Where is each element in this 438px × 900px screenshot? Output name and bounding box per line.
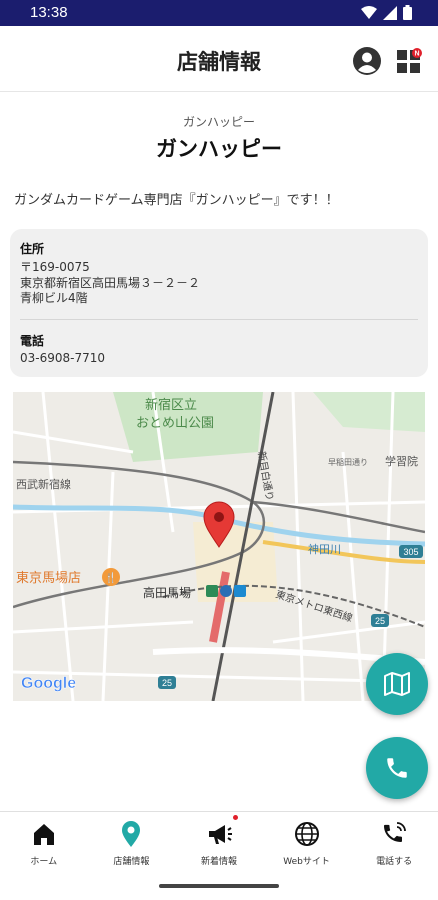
map-icon [384, 672, 410, 696]
map-label-river: 神田川 [308, 542, 341, 556]
home-icon [33, 824, 54, 845]
jr-station-icon [206, 585, 218, 597]
map-label-tozai: 東京メトロ東西線 [274, 587, 354, 624]
map-label-park-line2: おとめ山公園 [136, 416, 214, 431]
google-logo: Google [21, 675, 76, 692]
phone-icon [387, 758, 407, 778]
map-label-gakushu: 学習院 [385, 454, 418, 468]
nav-call-label: 電話する [376, 857, 413, 867]
location-pin-icon [122, 821, 141, 847]
globe-icon [294, 822, 319, 846]
home-indicator[interactable] [159, 884, 279, 888]
route-305-shield: 305 [403, 547, 418, 557]
phone-ring-icon [384, 822, 407, 842]
address-line-3: 青柳ビル4階 [20, 291, 88, 305]
signal-icon [383, 5, 397, 20]
route-25-shield: 25 [162, 678, 172, 688]
map-label-waseda: 早稲田通り [328, 457, 368, 467]
svg-text:🍴: 🍴 [105, 571, 117, 584]
address-label: 住所 [20, 242, 45, 256]
phone-label: 電話 [20, 334, 45, 348]
status-time: 13:38 [30, 4, 68, 21]
app-bar: 店舗情報 N [0, 26, 438, 92]
open-map-button[interactable] [366, 653, 428, 715]
call-button[interactable] [366, 737, 428, 799]
nav-store-info-label: 店舗情報 [113, 857, 150, 867]
nav-store-info[interactable]: 店舗情報 [88, 812, 176, 875]
metro-station-icon [234, 585, 246, 597]
map-label-seibu: 西武新宿線 [16, 477, 71, 491]
megaphone-icon [208, 825, 232, 844]
map-label-shop: 東京馬場店 [16, 570, 81, 586]
status-icons [361, 5, 412, 20]
store-kana: ガンハッピー [182, 115, 255, 129]
map-graphic: 新宿区立 おとめ山公園 西武新宿線 東京馬場店 高田馬場 神田川 東京メトロ東西… [13, 392, 425, 701]
status-bar: 13:38 [0, 0, 438, 26]
map-label-station: 高田馬場 [143, 585, 191, 600]
store-description: ガンダムカードゲーム専門店『ガンハッピー』です！！ [14, 193, 339, 208]
nav-news[interactable]: 新着情報 [175, 812, 263, 875]
menu-grid-icon[interactable]: N [396, 48, 422, 74]
store-info-card: 住所 〒169-0075 東京都新宿区高田馬場３－２－２ 青柳ビル4階 電話 0… [10, 229, 428, 377]
notification-badge-text: N [414, 51, 419, 58]
route-25-shield-2: 25 [375, 616, 385, 626]
store-name: ガンハッピー [156, 137, 282, 161]
nav-home[interactable]: ホーム [0, 812, 88, 875]
user-account-icon[interactable] [352, 46, 382, 76]
nav-call[interactable]: 電話する [350, 812, 438, 875]
map-label-park-line1: 新宿区立 [145, 397, 197, 413]
news-unread-dot [232, 815, 238, 820]
address-line-1: 〒169-0075 [20, 260, 90, 274]
phone-number[interactable]: 03-6908-7710 [20, 351, 105, 366]
nav-website[interactable]: Webサイト [263, 812, 351, 875]
store-map[interactable]: 新宿区立 おとめ山公園 西武新宿線 東京馬場店 高田馬場 神田川 東京メトロ東西… [13, 392, 425, 701]
nav-website-label: Webサイト [283, 857, 330, 867]
wifi-icon [361, 5, 377, 19]
address-line-2: 東京都新宿区高田馬場３－２－２ [20, 276, 201, 290]
card-divider [20, 319, 418, 320]
bottom-navigation: ホーム 店舗情報 新着情報 Webサイト 電話する [0, 811, 438, 875]
nav-news-label: 新着情報 [200, 857, 237, 867]
battery-icon [403, 5, 412, 20]
seibu-station-icon [220, 585, 232, 597]
nav-home-label: ホーム [30, 857, 58, 867]
